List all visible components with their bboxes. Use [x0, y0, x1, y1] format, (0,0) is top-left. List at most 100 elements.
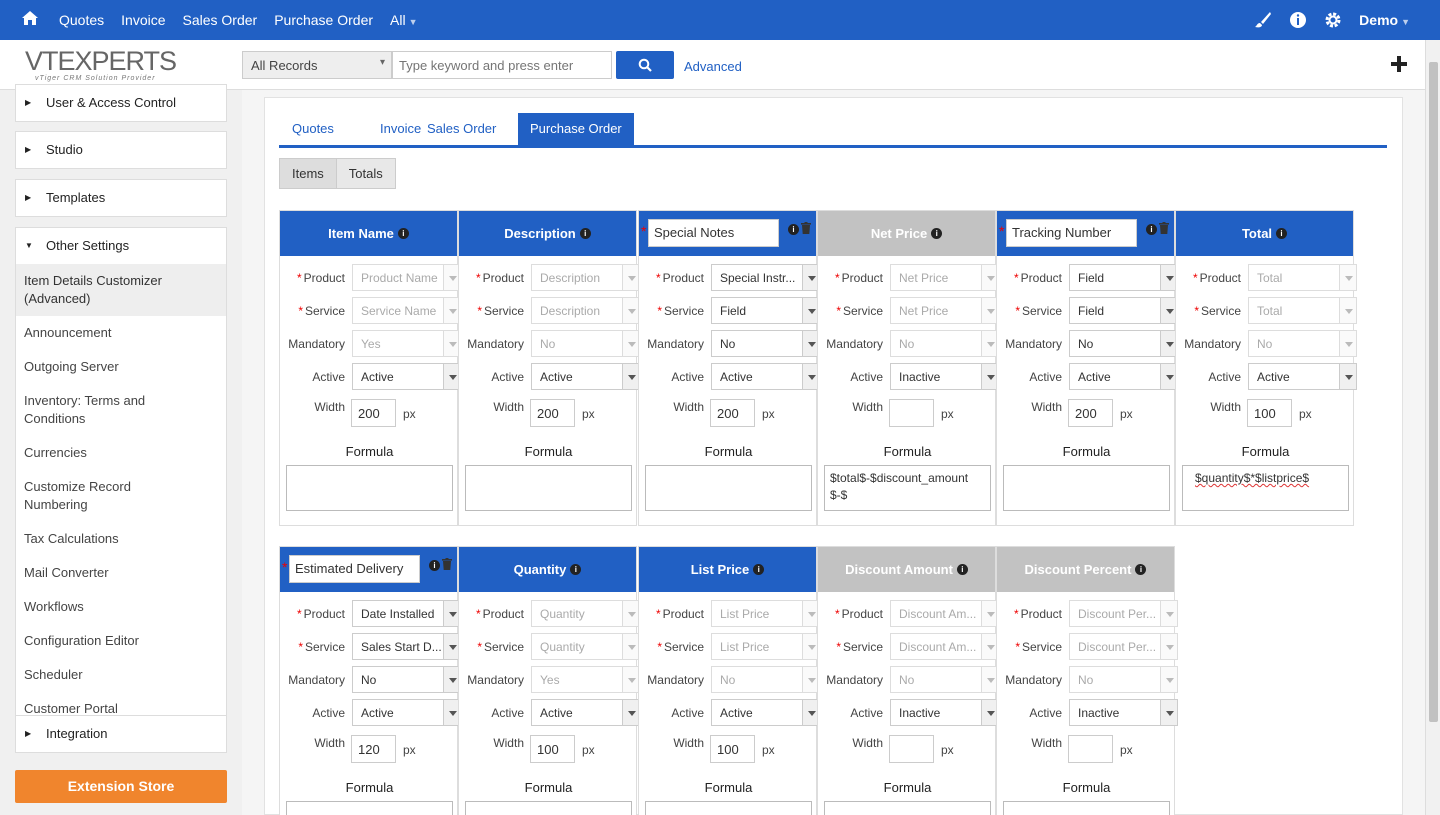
active-select[interactable]: Active [711, 699, 820, 726]
formula-textarea[interactable] [465, 801, 632, 815]
nav-quotes[interactable]: Quotes [59, 12, 104, 28]
formula-textarea[interactable] [286, 801, 453, 815]
column-name-input[interactable]: Estimated Delivery [289, 555, 420, 583]
tab-purchase-order[interactable]: Purchase Order [518, 113, 634, 145]
active-select[interactable]: Active [531, 699, 640, 726]
width-input[interactable] [889, 735, 934, 763]
active-select[interactable]: Active [1069, 363, 1178, 390]
service-select[interactable]: Sales Start D... [352, 633, 461, 660]
width-input[interactable]: 200 [710, 399, 755, 427]
records-filter-select[interactable]: All Records [242, 51, 392, 79]
subtab-items[interactable]: Items [280, 159, 337, 188]
active-select[interactable]: Active [352, 699, 461, 726]
sidebar-section-studio[interactable]: ▶ Studio [15, 131, 227, 169]
active-select[interactable]: Active [531, 363, 640, 390]
info-icon[interactable]: i [1276, 228, 1288, 239]
width-input[interactable] [889, 399, 934, 427]
nav-purchase-order[interactable]: Purchase Order [274, 12, 373, 28]
formula-textarea[interactable] [465, 465, 632, 511]
formula-textarea[interactable]: $quantity$*$listprice$ [1182, 465, 1349, 511]
mandatory-select[interactable]: No [711, 330, 820, 357]
info-icon[interactable]: i [570, 564, 582, 575]
sidebar-item-workflows[interactable]: Workflows [24, 590, 218, 624]
info-icon[interactable]: i [1135, 564, 1147, 575]
scrollbar-thumb[interactable] [1429, 62, 1438, 722]
sidebar-item-customize-record-numbering[interactable]: Customize Record Numbering [24, 470, 218, 522]
formula-textarea[interactable] [1003, 801, 1170, 815]
width-input[interactable]: 100 [710, 735, 755, 763]
width-input[interactable]: 200 [351, 399, 396, 427]
trash-icon[interactable] [801, 222, 811, 234]
info-icon[interactable]: i [397, 228, 409, 239]
width-input[interactable]: 100 [530, 735, 575, 763]
trash-icon[interactable] [1159, 222, 1169, 234]
mandatory-select[interactable]: No [1069, 330, 1178, 357]
active-select[interactable]: Inactive [890, 363, 999, 390]
sidebar-item-currencies[interactable]: Currencies [24, 436, 218, 470]
subtab-totals[interactable]: Totals [337, 159, 395, 188]
gear-icon[interactable] [1324, 11, 1342, 29]
plus-icon[interactable] [1389, 54, 1409, 74]
info-icon[interactable]: i [429, 560, 440, 571]
sidebar-item-tax-calculations[interactable]: Tax Calculations [24, 522, 218, 556]
info-icon[interactable]: i [753, 564, 765, 575]
nav-sales-order[interactable]: Sales Order [183, 12, 258, 28]
sidebar-section-templates[interactable]: ▶ Templates [15, 179, 227, 217]
other-settings-header[interactable]: ▼ Other Settings [16, 228, 226, 264]
formula-textarea[interactable] [645, 801, 812, 815]
active-select[interactable]: Active [352, 363, 461, 390]
sidebar-item-outgoing-server[interactable]: Outgoing Server [24, 350, 218, 384]
extension-store-button[interactable]: Extension Store [15, 770, 227, 803]
product-select[interactable]: Special Instr... [711, 264, 820, 291]
width-input[interactable] [1068, 735, 1113, 763]
search-button[interactable] [616, 51, 674, 79]
formula-textarea[interactable]: $total$-$discount_amount$-$ [824, 465, 991, 511]
active-select[interactable]: Inactive [890, 699, 999, 726]
page-scrollbar[interactable] [1425, 40, 1440, 815]
service-select[interactable]: Field [1069, 297, 1178, 324]
nav-invoice[interactable]: Invoice [121, 12, 165, 28]
width-input[interactable]: 200 [1068, 399, 1113, 427]
info-icon[interactable] [1289, 11, 1307, 29]
sidebar-item-scheduler[interactable]: Scheduler [24, 658, 218, 692]
advanced-search-link[interactable]: Advanced [684, 59, 742, 74]
info-icon[interactable]: i [579, 228, 591, 239]
width-input[interactable]: 120 [351, 735, 396, 763]
tab-sales-order[interactable]: Sales Order [415, 113, 508, 145]
info-icon[interactable]: i [788, 224, 799, 235]
formula-textarea[interactable] [645, 465, 812, 511]
sidebar-section-user-access[interactable]: ▶ User & Access Control [15, 84, 227, 122]
formula-textarea[interactable] [286, 465, 453, 511]
active-select[interactable]: Active [1248, 363, 1357, 390]
product-select[interactable]: Field [1069, 264, 1178, 291]
search-input[interactable] [392, 51, 612, 79]
sidebar-item-configuration-editor[interactable]: Configuration Editor [24, 624, 218, 658]
sidebar-item-item-details-customizer[interactable]: Item Details Customizer (Advanced) [16, 264, 226, 316]
mandatory-select[interactable]: No [352, 666, 461, 693]
trash-icon[interactable] [442, 558, 452, 570]
info-icon[interactable]: i [956, 564, 968, 575]
service-select[interactable]: Field [711, 297, 820, 324]
vtexperts-logo[interactable]: VTEXPERTS vTiger CRM Solution Provider [25, 47, 180, 85]
home-icon[interactable] [21, 9, 39, 27]
sidebar-item-mail-converter[interactable]: Mail Converter [24, 556, 218, 590]
width-input[interactable]: 100 [1247, 399, 1292, 427]
column-name-input[interactable]: Special Notes [648, 219, 779, 247]
info-icon[interactable]: i [1146, 224, 1157, 235]
info-icon[interactable]: i [931, 228, 943, 239]
column-name-input[interactable]: Tracking Number [1006, 219, 1137, 247]
active-select[interactable]: Active [711, 363, 820, 390]
brush-icon[interactable] [1254, 11, 1272, 29]
formula-textarea[interactable] [824, 801, 991, 815]
width-input[interactable]: 200 [530, 399, 575, 427]
sidebar-item-announcement[interactable]: Announcement [24, 316, 218, 350]
column-header: Net Price i [818, 211, 995, 256]
formula-textarea[interactable] [1003, 465, 1170, 511]
nav-all-menu[interactable]: All ▼ [390, 12, 417, 28]
active-select[interactable]: Inactive [1069, 699, 1178, 726]
user-menu[interactable]: Demo ▼ [1359, 12, 1410, 28]
product-select[interactable]: Date Installed [352, 600, 461, 627]
tab-quotes[interactable]: Quotes [280, 113, 346, 145]
sidebar-section-integration[interactable]: ▶ Integration [15, 715, 227, 753]
sidebar-item-inventory-terms[interactable]: Inventory: Terms and Conditions [24, 384, 218, 436]
